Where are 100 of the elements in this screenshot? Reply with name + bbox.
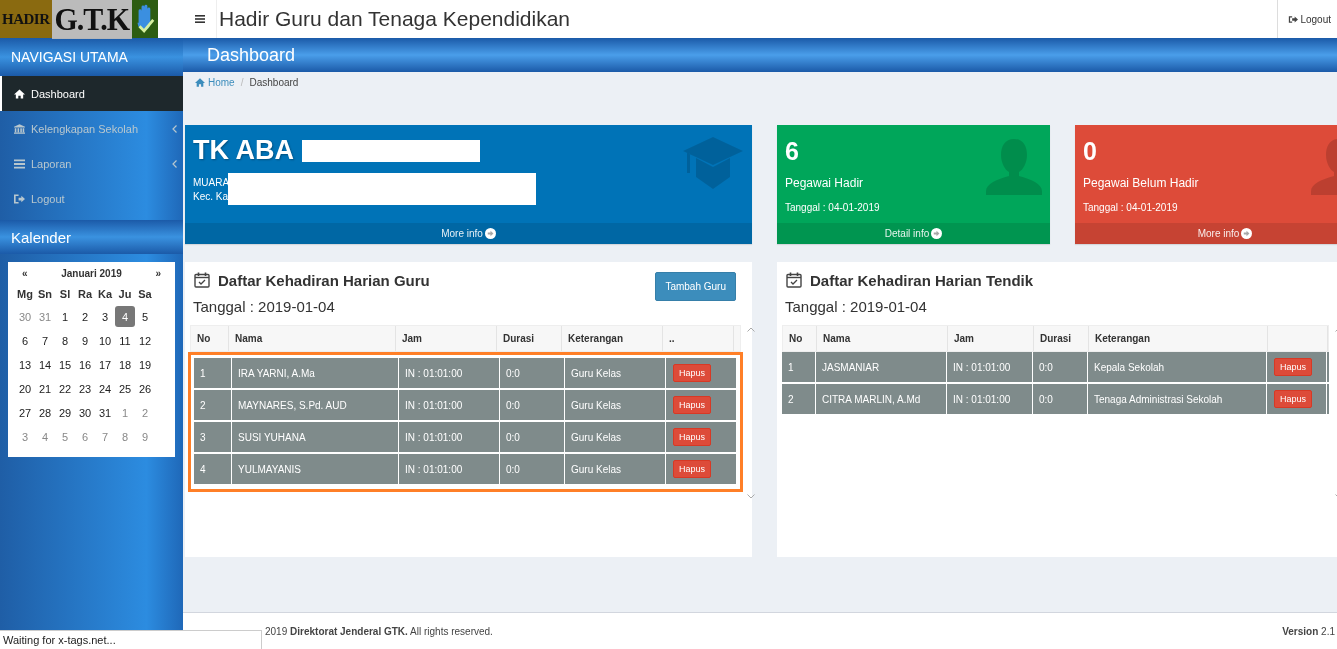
calendar-day[interactable]: 31 <box>35 306 55 327</box>
weekday-label: Ju <box>117 287 133 302</box>
calendar-day[interactable]: 20 <box>15 378 35 399</box>
column-header: Durasi <box>1034 326 1089 351</box>
logo-text: HADIR <box>0 0 52 38</box>
column-header: Keterangan <box>1089 326 1268 351</box>
calendar-day[interactable]: 5 <box>55 426 75 447</box>
calendar-day[interactable]: 16 <box>75 354 95 375</box>
stat-value: 0 <box>1083 137 1098 166</box>
delete-button[interactable]: Hapus <box>673 460 711 478</box>
calendar-day[interactable]: 8 <box>55 330 75 351</box>
calendar-day[interactable]: 11 <box>115 330 135 351</box>
home-icon <box>195 77 205 87</box>
delete-button[interactable]: Hapus <box>673 364 711 382</box>
delete-button[interactable]: Hapus <box>1274 358 1312 376</box>
arrow-circle-right-icon <box>484 228 496 239</box>
next-month-button[interactable]: » <box>155 268 161 279</box>
calendar-day[interactable]: 6 <box>75 426 95 447</box>
more-info-link[interactable]: Detail info <box>777 223 1050 244</box>
calendar-day[interactable]: 9 <box>75 330 95 351</box>
calendar-day[interactable]: 23 <box>75 378 95 399</box>
calendar-day[interactable]: 31 <box>95 402 115 423</box>
sidebar-heading: NAVIGASI UTAMA <box>0 38 183 76</box>
column-header: .. <box>663 326 734 351</box>
calendar-day[interactable]: 14 <box>35 354 55 375</box>
table-cell: 0:0 <box>500 422 565 452</box>
calendar-day[interactable]: 30 <box>75 402 95 423</box>
table-cell: CITRA MARLIN, A.Md <box>816 384 947 414</box>
calendar-day[interactable]: 27 <box>15 402 35 423</box>
delete-button[interactable]: Hapus <box>673 396 711 414</box>
weekday-label: Ka <box>96 287 114 302</box>
calendar-day[interactable]: 26 <box>135 378 155 399</box>
calendar-day[interactable]: 7 <box>35 330 55 351</box>
school-district: Kec. Ka <box>193 190 229 204</box>
delete-button[interactable]: Hapus <box>1274 390 1312 408</box>
calendar-day[interactable]: 15 <box>55 354 75 375</box>
stat-date: Tanggal : 04-01-2019 <box>1083 202 1179 213</box>
sidebar-item[interactable]: Dashboard <box>0 76 183 111</box>
month-title: Januari 2019 <box>61 268 122 279</box>
calendar-day[interactable]: 17 <box>95 354 115 375</box>
table-cell: 3 <box>194 422 232 452</box>
column-header: Jam <box>948 326 1034 351</box>
table-cell: YULMAYANIS <box>232 454 399 484</box>
calendar-day[interactable]: 1 <box>55 306 75 327</box>
calendar-day[interactable]: 4 <box>115 306 135 327</box>
table-cell: SUSI YUHANA <box>232 422 399 452</box>
calendar-day[interactable]: 1 <box>115 402 135 423</box>
calendar-day[interactable]: 5 <box>135 306 155 327</box>
calendar-day[interactable]: 22 <box>55 378 75 399</box>
calendar-day[interactable]: 12 <box>135 330 155 351</box>
calendar-day[interactable]: 18 <box>115 354 135 375</box>
column-header: Nama <box>817 326 948 351</box>
calendar-day[interactable]: 3 <box>15 426 35 447</box>
scroll-up-icon[interactable] <box>747 327 755 332</box>
school-address: MUARA <box>193 176 230 190</box>
column-header: No <box>191 326 229 351</box>
calendar-day[interactable]: 3 <box>95 306 115 327</box>
calendar-day[interactable]: 13 <box>15 354 35 375</box>
more-info-link[interactable]: More info <box>185 223 752 244</box>
more-info-link[interactable]: More info <box>1075 223 1337 244</box>
calendar-day[interactable]: 19 <box>135 354 155 375</box>
calendar-day[interactable]: 4 <box>35 426 55 447</box>
calendar-day[interactable]: 7 <box>95 426 115 447</box>
calendar-day[interactable]: 21 <box>35 378 55 399</box>
table-cell: 1 <box>194 358 232 388</box>
table-cell: Guru Kelas <box>565 390 666 420</box>
weekday-label: Sn <box>36 287 54 302</box>
panel-title: Daftar Kehadiran Harian Tendik <box>810 271 1035 289</box>
stat-label: Pegawai Belum Hadir <box>1083 176 1200 190</box>
arrow-circle-right-icon <box>931 228 943 239</box>
table-cell: 4 <box>194 454 232 484</box>
page-title: Dashboard <box>207 44 296 66</box>
delete-button[interactable]: Hapus <box>673 428 711 446</box>
calendar-day[interactable]: 2 <box>135 402 155 423</box>
calendar-day[interactable]: 28 <box>35 402 55 423</box>
table-cell: IN : 01:01:00 <box>947 352 1033 382</box>
table-cell: Guru Kelas <box>565 358 666 388</box>
weekday-label: Mg <box>16 287 34 302</box>
stat-value: 6 <box>785 137 800 166</box>
weekday-label: Sa <box>137 287 153 302</box>
calendar-day[interactable]: 24 <box>95 378 115 399</box>
calendar-day[interactable]: 30 <box>15 306 35 327</box>
add-teacher-button[interactable]: Tambah Guru <box>655 271 736 301</box>
table-cell: Guru Kelas <box>565 454 666 484</box>
sign-out-icon <box>1288 14 1299 24</box>
version-label: Version <box>1282 625 1319 637</box>
panel-title: Daftar Kehadiran Harian Guru <box>218 271 431 289</box>
calendar-day[interactable]: 8 <box>115 426 135 447</box>
calendar-day[interactable]: 10 <box>95 330 115 351</box>
calendar-day[interactable]: 29 <box>55 402 75 423</box>
calendar-day[interactable]: 25 <box>115 378 135 399</box>
table-cell: IN : 01:01:00 <box>399 358 500 388</box>
table-cell: IN : 01:01:00 <box>399 390 500 420</box>
table-cell: JASMANIAR <box>816 352 947 382</box>
previous-month-button[interactable]: « <box>22 268 28 279</box>
calendar-day[interactable]: 2 <box>75 306 95 327</box>
table-cell: IN : 01:01:00 <box>947 384 1033 414</box>
calendar-day[interactable]: 9 <box>135 426 155 447</box>
calendar-day[interactable]: 6 <box>15 330 35 351</box>
scroll-down-icon[interactable] <box>747 494 755 499</box>
